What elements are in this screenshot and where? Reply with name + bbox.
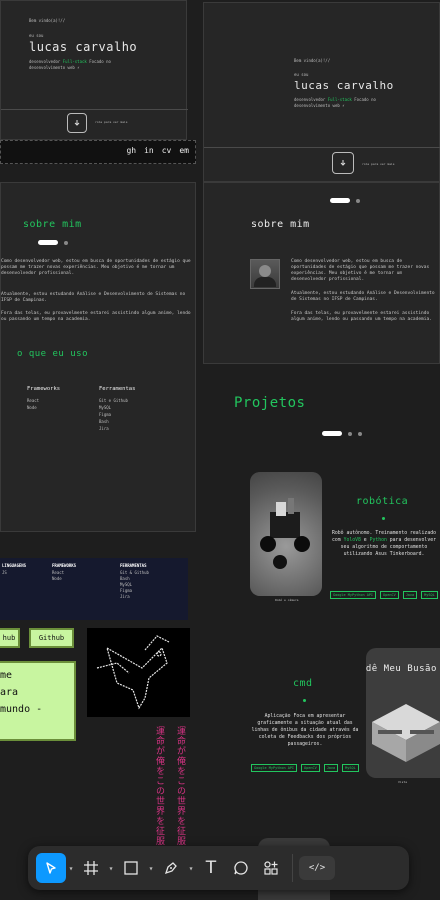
project-name-robotica: robótica <box>356 496 409 507</box>
stack-title: o que eu uso <box>17 349 89 359</box>
tagline: desenvolvedor Full-stack Focado no desen… <box>29 59 111 70</box>
pen-tool[interactable] <box>156 853 186 883</box>
move-tool-chevron-icon[interactable]: ▾ <box>66 853 76 883</box>
comment-tool[interactable] <box>226 853 256 883</box>
avatar <box>250 259 280 289</box>
project-desc-cmd: Aplicação Foca em apresentar graficament… <box>251 714 359 747</box>
project-card-robotica[interactable] <box>250 472 322 596</box>
pen-tool-chevron-icon[interactable]: ▾ <box>186 853 196 883</box>
tagline: desenvolvedor Full-stack Focado no desen… <box>294 97 376 108</box>
project-card-cade-meu-busao[interactable]: Cadê Meu Busão <box>366 648 440 778</box>
robot-caption: Robô e câmera <box>275 598 299 602</box>
carousel-dot[interactable] <box>64 240 68 245</box>
text-tool[interactable]: T <box>196 853 226 883</box>
frameworks-column: Frameworks React Node <box>27 386 61 410</box>
social-cv[interactable]: cv <box>162 146 172 155</box>
tools-column: FERRAMENTAS Git & Github Bash MySQL Figm… <box>120 563 149 599</box>
project-name-busao: Cadê Meu Busão <box>366 664 437 674</box>
frame-tool-chevron-icon[interactable]: ▾ <box>106 853 116 883</box>
tech-chips-robotica: Google MyPython API OpenCV Java MySQL <box>330 591 438 599</box>
robot-photo <box>250 472 322 596</box>
tech-chips-cmd: Google MyPython API OpenCV Java MySQL <box>251 764 359 772</box>
carousel-dot-active[interactable] <box>322 431 342 436</box>
project-name-cmd: cmd <box>293 678 313 689</box>
hero-name: lucas carvalho <box>29 40 138 54</box>
scroll-indicator[interactable]: role para ver mais <box>204 147 440 182</box>
projects-carousel-dots[interactable] <box>322 431 362 436</box>
about-paragraph-3: Fora das telas, eu provavelmente estarei… <box>1 311 191 322</box>
scroll-down-icon <box>67 113 87 133</box>
greeting: Bem vindo(a)!// <box>29 18 66 23</box>
carousel-dot[interactable] <box>348 431 352 436</box>
cursor-icon <box>46 862 56 874</box>
hero-card-green: me ara mundo - <box>0 661 76 741</box>
design-toolbar: ▾ ▾ ▾ ▾ T </> <box>28 846 409 890</box>
projects-title: Projetos <box>234 395 306 411</box>
intro-frame-b[interactable]: Bem vindo(a)!// eu sou lucas carvalho de… <box>203 2 440 182</box>
frame-tool[interactable] <box>76 853 106 883</box>
stack-frame-blue[interactable]: LINGUAGENS JS FRAMEWORKS React Node FERR… <box>0 558 188 620</box>
frameworks-column: FRAMEWORKS React Node <box>52 563 77 581</box>
intro-frame-a[interactable]: Bem vindo(a)!// eu sou lucas carvalho de… <box>0 0 188 140</box>
about-paragraph-1: Como desenvolvedor web, estou em busca d… <box>1 259 191 276</box>
about-frame-a[interactable]: sobre mim Como desenvolvedor web, estou … <box>0 182 196 532</box>
toolbar-divider <box>292 854 293 882</box>
pen-icon <box>164 862 177 875</box>
project-caption-2: Vista <box>398 780 408 784</box>
about-paragraph-2: Atualmente, estou estudando Análise e De… <box>291 291 435 302</box>
social-github[interactable]: gh <box>126 146 136 155</box>
about-paragraph-1: Como desenvolvedor web, estou em busca d… <box>291 259 430 282</box>
tools-column: Ferramentas Git e Github MySQL Figma Bas… <box>99 386 136 431</box>
project-desc-robotica: Robô autônomo. Treinamento realizado com… <box>332 531 436 557</box>
rectangle-tool-chevron-icon[interactable]: ▾ <box>146 853 156 883</box>
scroll-indicator[interactable]: role para ver mais <box>1 109 188 133</box>
pixel-bird-image <box>87 628 190 717</box>
carousel-dot[interactable] <box>356 198 360 203</box>
eu-sou: eu sou <box>29 33 44 38</box>
rectangle-tool[interactable] <box>116 853 146 883</box>
frame-icon <box>84 861 98 875</box>
about-title: sobre mim <box>251 219 310 230</box>
vertical-japanese-text-2: 運命が俺をこの世界を征服 <box>175 726 185 846</box>
social-linkedin[interactable]: in <box>144 146 154 155</box>
languages-column: LINGUAGENS JS <box>2 563 27 575</box>
about-title: sobre mim <box>23 219 82 230</box>
social-email[interactable]: em <box>179 146 189 155</box>
carousel-dots[interactable] <box>38 240 68 245</box>
project-dot <box>382 517 385 520</box>
about-paragraph-3: Fora das telas, eu provavelmente estarei… <box>291 311 432 322</box>
actions-tool[interactable] <box>256 853 286 883</box>
scroll-down-icon <box>332 152 354 174</box>
project-dot <box>303 699 306 702</box>
carousel-dots[interactable] <box>330 198 360 203</box>
social-links: gh in cv em <box>0 140 196 164</box>
scroll-label: role para ver mais <box>95 120 128 124</box>
github-button[interactable]: Github <box>29 628 74 648</box>
link-button-1[interactable]: hub <box>0 628 20 648</box>
comment-icon <box>234 861 248 875</box>
scroll-label: role para ver mais <box>362 162 395 166</box>
rectangle-icon <box>124 861 138 875</box>
carousel-dot-active[interactable] <box>38 240 58 245</box>
eu-sou: eu sou <box>294 72 309 77</box>
actions-icon <box>264 861 278 875</box>
greeting: Bem vindo(a)!// <box>294 58 331 63</box>
about-frame-b[interactable]: sobre mim Como desenvolvedor web, estou … <box>203 182 440 364</box>
carousel-dot-active[interactable] <box>330 198 350 203</box>
hero-name: lucas carvalho <box>294 79 394 92</box>
text-icon: T <box>205 858 217 878</box>
carousel-dot[interactable] <box>358 431 362 436</box>
about-paragraph-2: Atualmente, estou estudando Análise e De… <box>1 292 186 303</box>
code-icon: </> <box>308 863 326 873</box>
dev-mode-toggle[interactable]: </> <box>299 856 335 880</box>
vertical-japanese-text-1: 運命が俺をこの世界を征服 <box>154 726 164 846</box>
move-tool[interactable] <box>36 853 66 883</box>
